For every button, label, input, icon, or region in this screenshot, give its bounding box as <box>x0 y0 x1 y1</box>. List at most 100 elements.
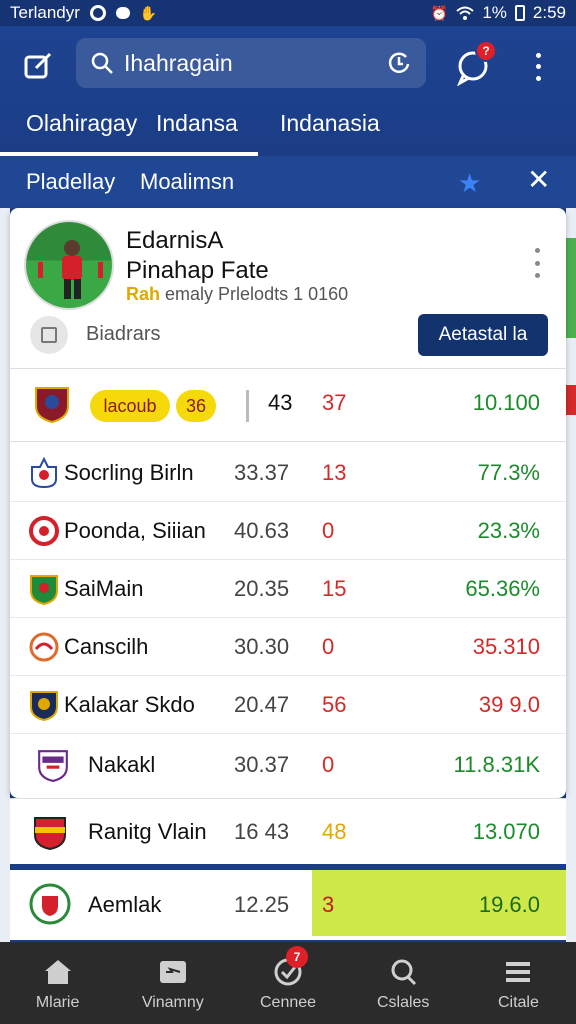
tab-olahiragay[interactable]: Olahiragay <box>0 98 137 156</box>
tv-icon <box>159 961 186 983</box>
crest-maroon-icon <box>35 387 69 424</box>
row-value-b: 0 <box>322 634 335 659</box>
highlight-row[interactable]: lacoub 36 43 37 10.100 <box>10 368 566 442</box>
pill-label: lacoub <box>90 390 170 422</box>
separator <box>246 390 249 422</box>
hand-icon: ✋ <box>139 4 158 21</box>
crest-orange-ring-icon <box>29 632 59 662</box>
pill-count: 36 <box>176 390 216 422</box>
nav-cslales[interactable]: Cslales <box>346 942 461 1024</box>
player-tag: Rah <box>126 284 161 304</box>
alarm-icon: ⏰ <box>430 4 449 21</box>
row-value-b: 48 <box>322 819 347 844</box>
team-name: Aemlak <box>88 892 162 917</box>
nav-badge: 7 <box>286 946 308 968</box>
table-row[interactable]: Ranitg Vlain 16 43 48 13.070 <box>10 798 566 864</box>
tab-indansa[interactable]: Indansa <box>130 98 254 156</box>
team-name: Socrling Birln <box>64 460 194 485</box>
highlight-value-a: 43 <box>268 390 293 415</box>
row-value-b: 56 <box>322 692 347 717</box>
table-row[interactable]: Socrling Birln 33.37 13 77.3% <box>10 444 566 502</box>
message-icon <box>115 7 130 19</box>
battery-icon <box>514 5 525 21</box>
row-value-c: 23.3% <box>477 518 540 543</box>
tab-bar: Olahiragay Indansa Indanasia <box>0 98 576 156</box>
table-row[interactable]: Kalakar Skdo 20.47 56 39 9.0 <box>10 676 566 734</box>
tab-indanasia[interactable]: Indanasia <box>254 98 454 156</box>
toolbar: ? <box>0 36 576 92</box>
player-meta: Rah emaly Prlelodts 1 0160 <box>126 284 348 305</box>
row-value-a: 33.37 <box>234 460 290 485</box>
highlight-value-b: 37 <box>322 390 347 415</box>
sub-item-moalimsn[interactable]: Moalimsn <box>140 169 234 195</box>
wifi-icon <box>456 6 474 20</box>
star-icon[interactable]: ★ <box>458 168 481 199</box>
table-row[interactable]: Canscilh 30.30 0 35.310 <box>10 618 566 676</box>
crest-green-wreath-icon <box>29 883 71 925</box>
signal-text: 1% <box>482 3 507 22</box>
player-avatar[interactable] <box>24 220 114 310</box>
team-name: Poonda, Siiian <box>64 518 206 543</box>
row-value-a: 40.63 <box>234 518 290 543</box>
table-row-highlighted[interactable]: Aemlak 12.25 3 19.6.0 <box>10 870 566 940</box>
row-value-a: 20.47 <box>234 692 290 717</box>
row-value-b: 13 <box>322 460 347 485</box>
player-card: EdarnisA Pinahap Fate Rah emaly Prlelodt… <box>10 208 566 798</box>
player-photo <box>38 240 103 299</box>
crest-green-shield-icon <box>30 575 58 605</box>
crest-red-ring-icon <box>29 516 59 546</box>
nav-label: Cennee <box>259 994 317 1011</box>
row-value-c: 11.8.31K <box>453 752 540 777</box>
row-value-c: 65.36% <box>465 576 540 601</box>
row-value-a: 12.25 <box>234 892 290 917</box>
nav-citale[interactable]: Citale <box>461 942 576 1024</box>
player-name-line1: EdarnisA <box>126 227 224 254</box>
player-name: EdarnisA Pinahap Fate <box>126 226 269 286</box>
row-value-b: 0 <box>322 752 335 777</box>
background-edge-left <box>0 208 10 948</box>
nav-vinamny[interactable]: Vinamny <box>115 942 230 1024</box>
status-bar: Terlandyr ✋ ⏰ 1% 2:59 <box>0 0 576 26</box>
card-menu-icon[interactable] <box>530 248 544 278</box>
background-accent-red <box>566 385 576 415</box>
nav-label: Citale <box>497 994 539 1011</box>
row-value-c: 35.310 <box>472 634 540 659</box>
team-name: Ranitg Vlain <box>88 819 207 844</box>
team-name: Canscilh <box>64 634 149 659</box>
row-value-a: 30.37 <box>234 752 290 777</box>
search-input[interactable] <box>124 49 376 77</box>
row-value-c: 19.6.0 <box>478 892 540 917</box>
more-options-icon[interactable] <box>526 50 550 84</box>
sub-item-pladellay[interactable]: Pladellay <box>26 169 115 195</box>
crest-navy-shield-icon <box>30 691 58 721</box>
nav-label: Cslales <box>376 994 430 1011</box>
team-name: Kalakar Skdo <box>64 692 195 717</box>
highlight-value-c: 10.100 <box>472 390 540 415</box>
edit-icon[interactable] <box>22 48 56 82</box>
row-value-a: 16 43 <box>234 819 290 844</box>
row-value-a: 30.30 <box>234 634 290 659</box>
player-meta-text: emaly Prlelodts 1 0160 <box>165 284 349 304</box>
row-value-c: 77.3% <box>477 460 540 485</box>
row-value-c: 39 9.0 <box>478 692 540 717</box>
table-row[interactable]: Nakakl 30.37 0 11.8.31K <box>10 734 566 798</box>
bio-label[interactable]: Biadrars <box>86 323 160 346</box>
carrier-label: Terlandyr <box>10 3 80 22</box>
sub-bar: Pladellay Moalimsn ★ ✕ <box>0 156 576 208</box>
refresh-icon[interactable] <box>386 50 412 76</box>
primary-action-button[interactable]: Aetastal la <box>418 314 548 356</box>
player-name-line2: Pinahap Fate <box>126 257 269 284</box>
table-row[interactable]: SaiMain 20.35 15 65.36% <box>10 560 566 618</box>
chat-button[interactable]: ? <box>455 40 497 87</box>
team-name: Nakakl <box>88 752 156 777</box>
row-value-c: 13.070 <box>472 819 540 844</box>
crest-blue-white-icon <box>31 457 57 489</box>
nav-home[interactable]: Mlarie <box>0 942 115 1024</box>
home-icon <box>44 960 71 984</box>
search-icon <box>391 959 417 986</box>
table-row[interactable]: Poonda, Siiian 40.63 0 23.3% <box>10 502 566 560</box>
player-header: EdarnisA Pinahap Fate Rah emaly Prlelodt… <box>10 208 566 368</box>
menu-icon <box>506 962 531 982</box>
search-bar[interactable] <box>76 38 426 88</box>
close-icon[interactable]: ✕ <box>527 166 550 194</box>
